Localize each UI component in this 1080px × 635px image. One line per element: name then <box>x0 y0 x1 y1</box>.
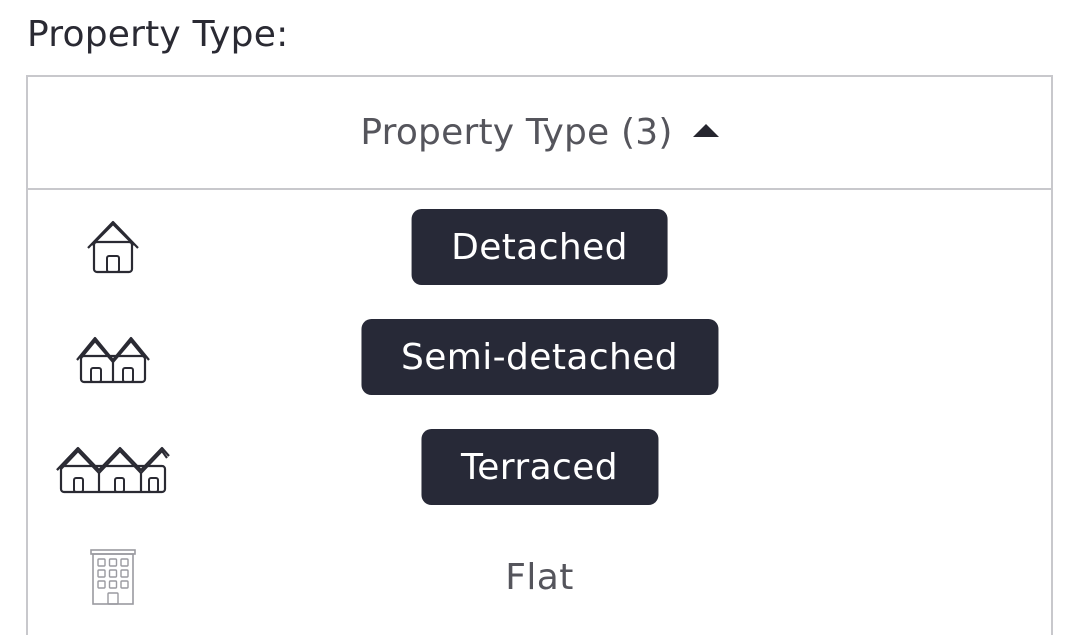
dropdown-header-label: Property Type (3) <box>360 112 673 153</box>
flat-building-icon <box>86 522 140 632</box>
semi-detached-house-icon <box>74 302 152 412</box>
option-pill-flat[interactable]: Flat <box>465 539 614 615</box>
option-flat[interactable]: Flat <box>28 522 1051 632</box>
option-detached[interactable]: Detached <box>28 192 1051 302</box>
option-terraced[interactable]: Terraced <box>28 412 1051 522</box>
option-pill-detached[interactable]: Detached <box>411 209 668 285</box>
caret-up-icon <box>692 124 719 137</box>
option-semi-detached[interactable]: Semi-detached <box>28 302 1051 412</box>
dropdown-toggle[interactable]: Property Type (3) <box>28 77 1051 190</box>
terraced-houses-icon <box>54 412 172 522</box>
option-pill-semi-detached[interactable]: Semi-detached <box>360 319 719 395</box>
option-pill-terraced[interactable]: Terraced <box>420 429 659 505</box>
property-type-dropdown: Property Type (3) Detached Semi-detached… <box>26 75 1053 635</box>
field-label: Property Type: <box>27 14 289 55</box>
detached-house-icon <box>84 192 142 302</box>
